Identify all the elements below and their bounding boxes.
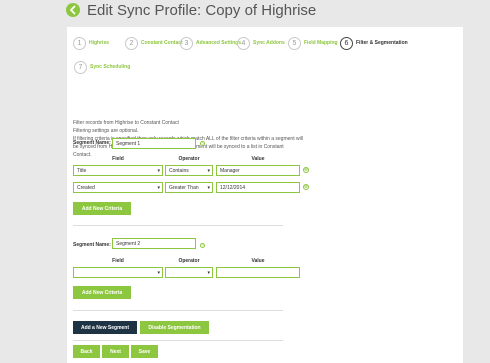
page-header: Edit Sync Profile: Copy of Highrise	[0, 0, 490, 24]
value-column-header: Value	[251, 156, 265, 162]
step-label: Constant Contact	[141, 40, 183, 46]
value-column-header: Value	[251, 258, 265, 264]
field-column-header: Field	[112, 156, 124, 162]
operator-select[interactable]: Greater Than ▾	[165, 182, 213, 193]
segment-name-input[interactable]: Segment 2	[112, 238, 196, 249]
main-panel: 1 Highrise 2 Constant Contact 3 Advanced…	[67, 27, 463, 363]
operator-column-header: Operator	[178, 258, 200, 264]
chevron-down-icon: ▾	[207, 168, 210, 174]
step-field-mapping[interactable]: 5 Field Mapping	[288, 36, 338, 50]
add-criteria-button[interactable]: Add New Criteria	[73, 202, 131, 215]
chevron-down-icon: ▾	[157, 185, 160, 191]
add-criteria-button[interactable]: Add New Criteria	[73, 286, 131, 299]
segment-name-label: Segment Name:	[73, 140, 111, 146]
actions-divider	[73, 340, 283, 341]
operator-select-value: Greater Than	[169, 185, 199, 191]
step-label: Sync Scheduling	[90, 64, 131, 70]
chevron-down-icon: ▾	[207, 270, 210, 276]
chevron-down-icon: ▾	[207, 185, 210, 191]
step-number: 5	[288, 36, 301, 50]
value-input[interactable]: Manager	[216, 165, 300, 176]
back-button[interactable]: Back	[73, 345, 100, 358]
segment-name-label: Segment Name:	[73, 242, 111, 248]
remove-criteria-icon[interactable]: ⊗	[303, 167, 309, 173]
help-icon[interactable]: ?	[200, 243, 205, 248]
save-button[interactable]: Save	[131, 345, 158, 358]
step-sync-scheduling[interactable]: 7 Sync Scheduling	[74, 60, 130, 74]
step-number: 7	[74, 60, 87, 74]
step-number: 1	[73, 36, 86, 50]
segment-divider	[73, 310, 283, 311]
value-input[interactable]: 12/12/2014	[216, 182, 300, 193]
operator-column-header: Operator	[178, 156, 200, 162]
help-icon[interactable]: ?	[200, 141, 205, 146]
step-label: Field Mapping	[304, 40, 338, 46]
step-label: Highrise	[89, 40, 110, 46]
disable-segmentation-button[interactable]: Disable Segmentation	[140, 321, 209, 334]
step-advanced-settings[interactable]: 3 Advanced Settings	[180, 36, 241, 50]
field-select-value: Created	[77, 185, 95, 191]
step-number: 6	[340, 36, 353, 50]
step-number: 3	[180, 36, 193, 50]
back-arrow-icon[interactable]	[66, 3, 80, 17]
step-number: 4	[237, 36, 250, 50]
next-button[interactable]: Next	[102, 345, 129, 358]
operator-select[interactable]: Contains ▾	[165, 165, 213, 176]
add-segment-button[interactable]: Add a New Segment	[73, 321, 137, 334]
step-label: Sync Addons	[253, 40, 285, 46]
chevron-down-icon: ▾	[157, 168, 160, 174]
operator-select-value: Contains	[169, 168, 189, 174]
step-label: Advanced Settings	[196, 40, 242, 46]
step-filter-segmentation[interactable]: 6 Filter & Segmentation	[340, 36, 408, 50]
field-select[interactable]: ▾	[73, 267, 163, 278]
operator-select[interactable]: ▾	[165, 267, 213, 278]
field-column-header: Field	[112, 258, 124, 264]
step-highrise[interactable]: 1 Highrise	[73, 36, 109, 50]
step-constant-contact[interactable]: 2 Constant Contact	[125, 36, 183, 50]
step-label: Filter & Segmentation	[356, 40, 408, 46]
intro-heading: Filter records from Highrise to Constant…	[73, 120, 179, 126]
field-select[interactable]: Created ▾	[73, 182, 163, 193]
remove-criteria-icon[interactable]: ⊗	[303, 184, 309, 190]
segment-divider	[73, 225, 283, 226]
intro-optional: Filtering settings are optional.	[73, 128, 139, 134]
step-number: 2	[125, 36, 138, 50]
page-title: Edit Sync Profile: Copy of Highrise	[87, 2, 317, 19]
segment-name-input[interactable]: Segment 1	[112, 138, 196, 149]
step-sync-addons[interactable]: 4 Sync Addons	[237, 36, 285, 50]
field-select[interactable]: Title ▾	[73, 165, 163, 176]
value-input[interactable]	[216, 267, 300, 278]
chevron-down-icon: ▾	[157, 270, 160, 276]
field-select-value: Title	[77, 168, 87, 174]
